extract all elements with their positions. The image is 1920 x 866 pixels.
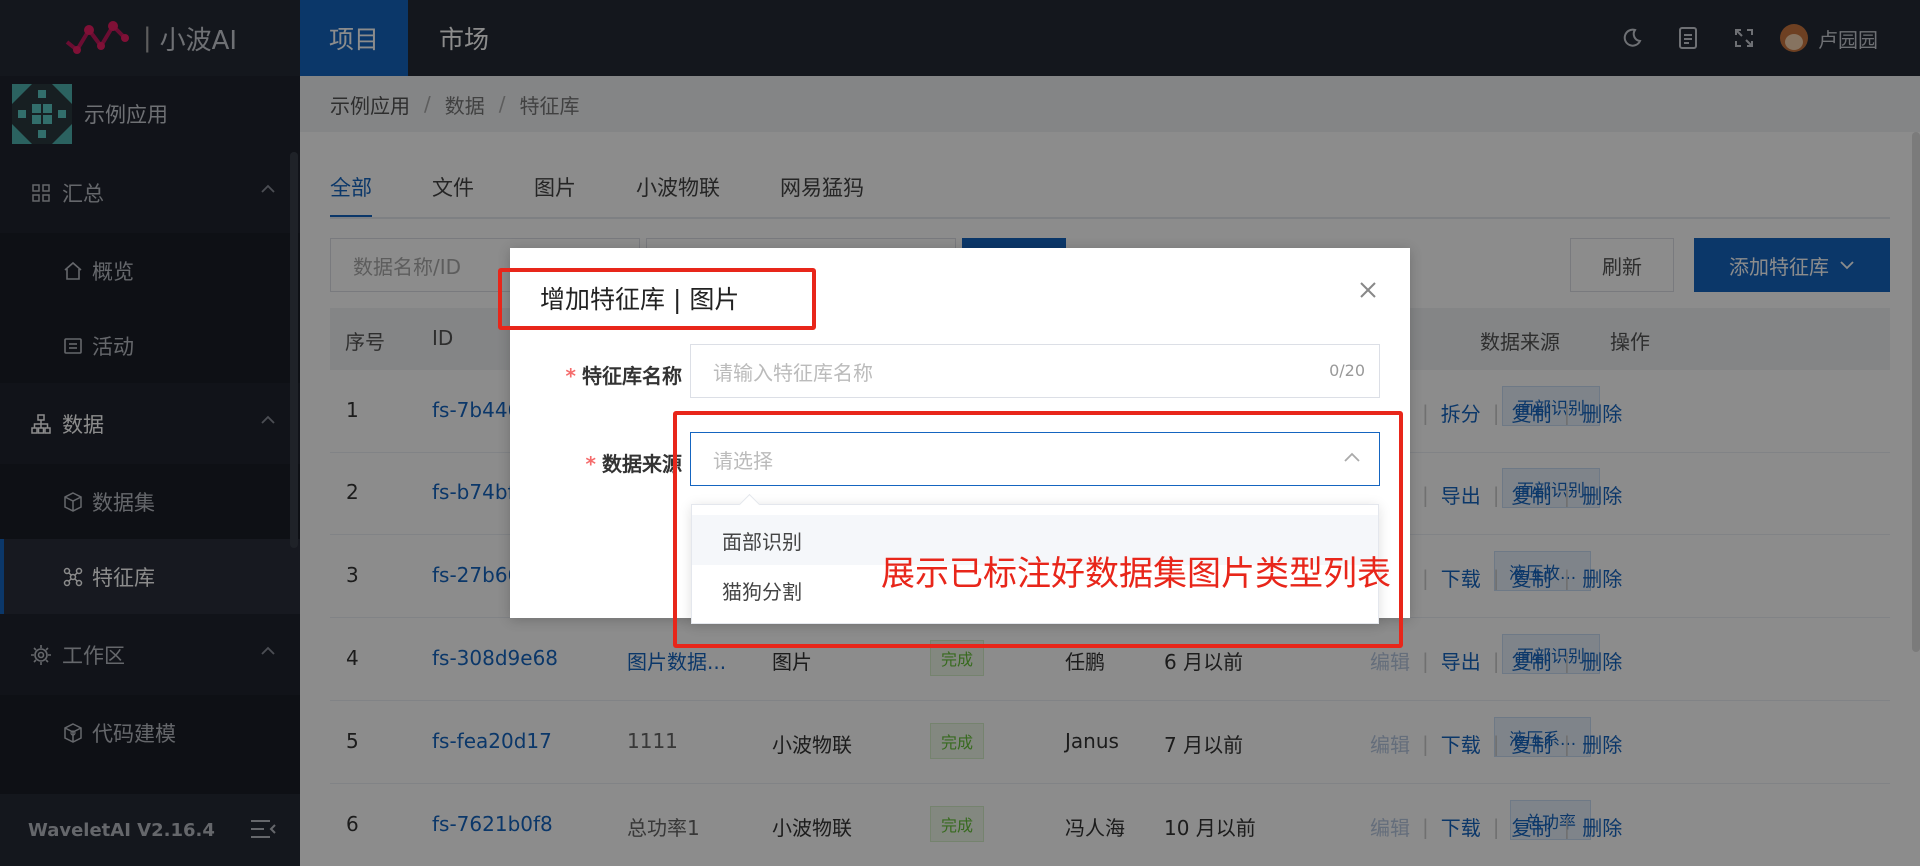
- name-label: * 特征库名称: [550, 360, 682, 389]
- char-counter: 0/20: [1329, 361, 1365, 380]
- source-label: * 数据来源: [550, 448, 682, 477]
- required-mark: *: [585, 452, 596, 476]
- annotation-title-box: [498, 268, 816, 330]
- feature-store-name-input[interactable]: 请输入特征库名称 0/20: [690, 344, 1380, 398]
- annotation-text: 展示已标注好数据集图片类型列表: [881, 554, 1391, 594]
- name-placeholder: 请输入特征库名称: [713, 360, 873, 385]
- required-mark: *: [565, 364, 576, 388]
- close-icon[interactable]: [1356, 278, 1380, 302]
- source-label-text: 数据来源: [602, 452, 682, 476]
- annotation-dropdown-box: [673, 411, 1403, 648]
- name-label-text: 特征库名称: [582, 364, 682, 388]
